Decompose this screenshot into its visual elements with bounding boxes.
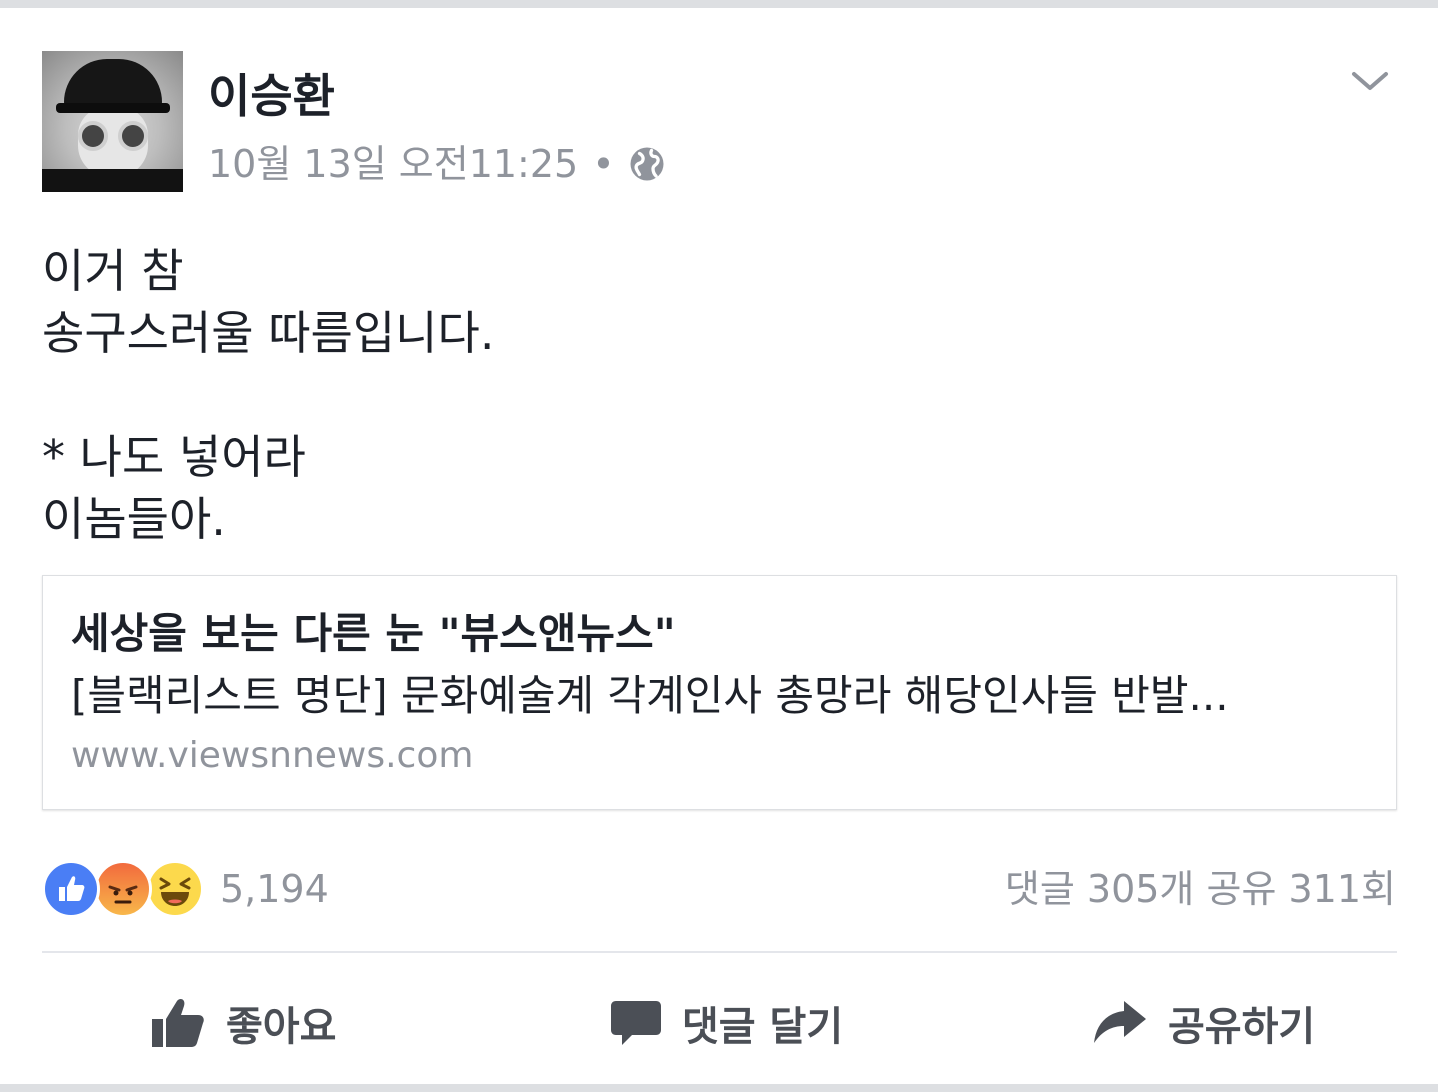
link-title: 세상을 보는 다른 눈 "뷰스앤뉴스" xyxy=(71,609,676,658)
globe-icon xyxy=(630,147,664,181)
avatar-goggle-right xyxy=(118,121,148,151)
action-bar: 좋아요 댓글 달기 공유하기 xyxy=(0,978,1438,1068)
comment-count[interactable]: 댓글 305개 xyxy=(1005,867,1195,911)
author-avatar[interactable] xyxy=(42,51,183,192)
link-preview[interactable]: 세상을 보는 다른 눈 "뷰스앤뉴스" [블랙리스트 명단] 문화예술계 각계인… xyxy=(42,575,1397,810)
post-timestamp[interactable]: 10월 13일 오전11:25 xyxy=(208,140,578,188)
avatar-goggle-left xyxy=(78,121,108,151)
share-count[interactable]: 공유 311회 xyxy=(1207,867,1397,911)
haha-icon xyxy=(146,860,204,918)
post-card: 이승환 10월 13일 오전11:25 • 이거 참 송구스러울 따름입니다. … xyxy=(0,8,1438,1084)
chevron-down-icon[interactable] xyxy=(1346,62,1394,102)
engagement-stats: 댓글 305개 공유 311회 xyxy=(1005,860,1396,918)
share-button[interactable]: 공유하기 xyxy=(1092,978,1315,1068)
avatar-hat-brim xyxy=(56,103,170,113)
post-meta: 10월 13일 오전11:25 • xyxy=(208,140,665,188)
meta-separator: • xyxy=(592,142,615,186)
link-url: www.viewsnnews.com xyxy=(71,735,474,776)
angry-icon xyxy=(94,860,152,918)
like-label: 좋아요 xyxy=(226,1004,337,1050)
post-text: 이거 참 송구스러울 따름입니다. * 나도 넣어라 이놈들아. xyxy=(42,244,495,546)
like-button[interactable]: 좋아요 xyxy=(150,978,336,1068)
comment-button[interactable]: 댓글 달기 xyxy=(610,978,843,1068)
reactions-summary[interactable]: 5,194 xyxy=(42,860,329,918)
link-description: [블랙리스트 명단] 문화예술계 각계인사 총망라 해당인사들 반발... xyxy=(71,671,1229,720)
divider xyxy=(42,951,1397,953)
speech-bubble-icon xyxy=(611,1001,661,1045)
share-label: 공유하기 xyxy=(1168,1004,1316,1050)
avatar-collar xyxy=(42,169,183,192)
thumbs-up-icon xyxy=(152,998,204,1047)
comment-label: 댓글 달기 xyxy=(682,1004,844,1050)
like-icon xyxy=(42,860,100,918)
author-name[interactable]: 이승환 xyxy=(208,66,335,126)
share-arrow-icon xyxy=(1094,1001,1146,1043)
reaction-count: 5,194 xyxy=(220,867,329,911)
